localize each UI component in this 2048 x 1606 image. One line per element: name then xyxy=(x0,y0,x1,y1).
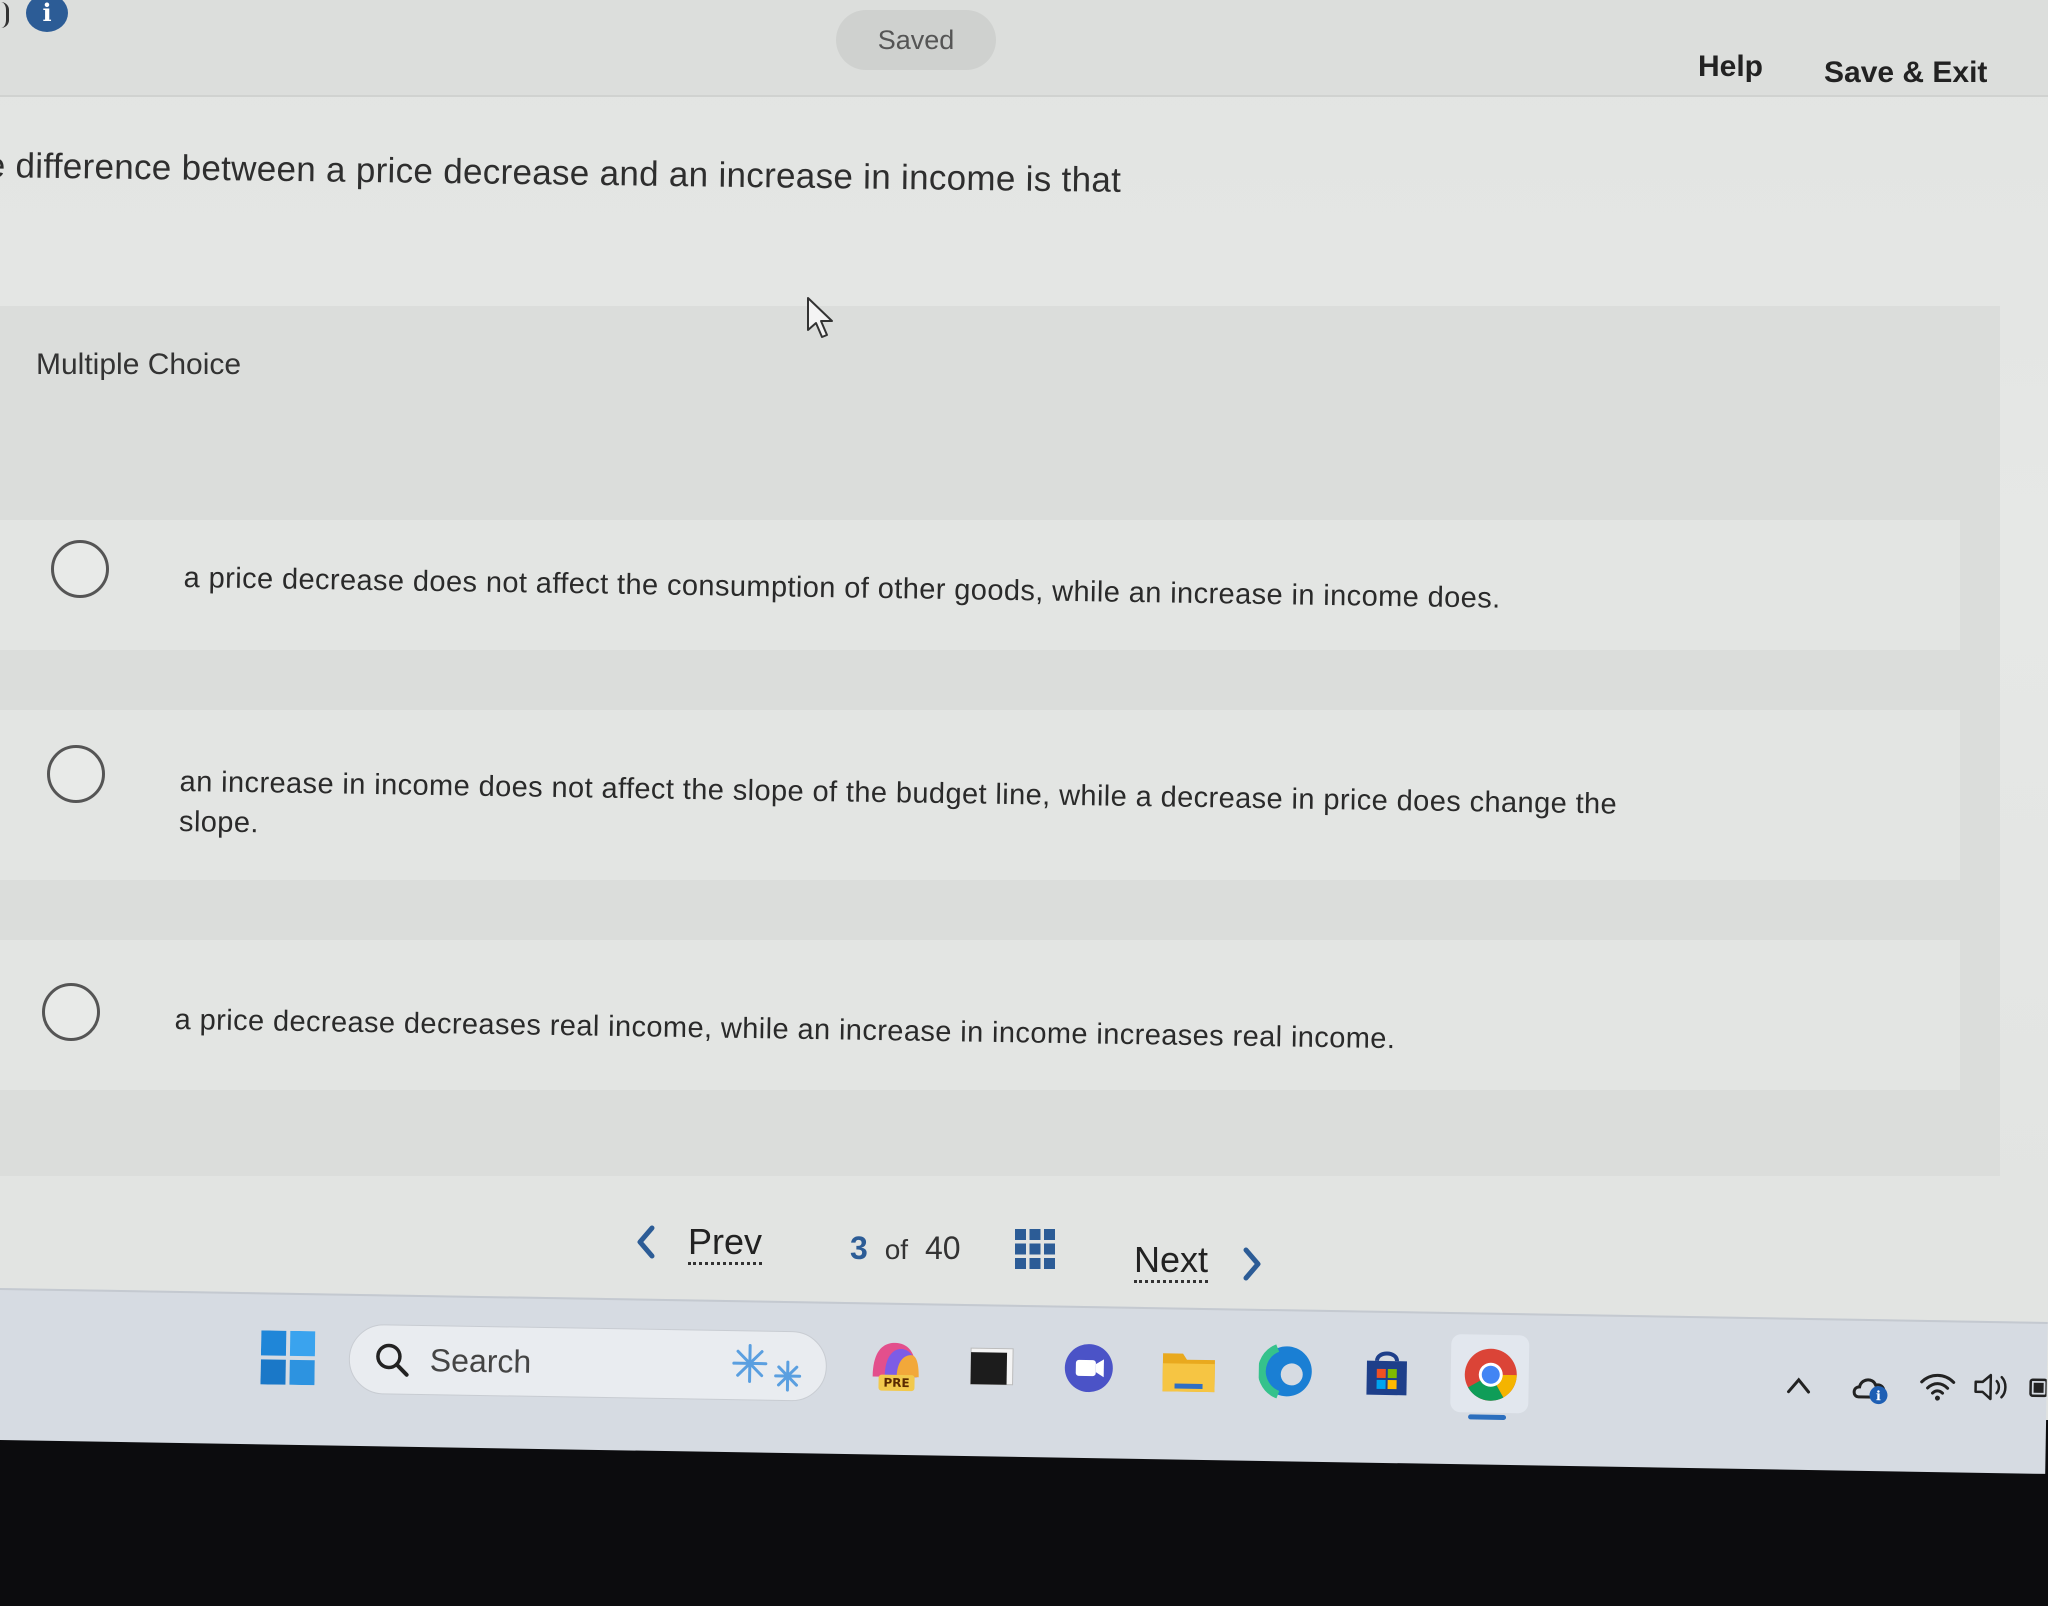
mouse-cursor-icon xyxy=(807,297,833,338)
total-pages: 40 xyxy=(924,1230,961,1266)
header-left-edge xyxy=(0,2,9,28)
chevron-left-icon[interactable] xyxy=(630,1222,660,1262)
chrome-active-indicator xyxy=(1468,1414,1507,1420)
weather-snow-icon[interactable] xyxy=(729,1339,810,1392)
chevron-right-icon[interactable] xyxy=(1238,1244,1268,1284)
option-2-radio[interactable] xyxy=(47,745,105,803)
save-and-exit-button[interactable]: Save & Exit xyxy=(1824,56,1987,90)
help-button[interactable]: Help xyxy=(1698,50,1763,84)
svg-text:i: i xyxy=(1876,1389,1881,1404)
battery-icon[interactable] xyxy=(2028,1376,2047,1400)
chrome-icon[interactable] xyxy=(1462,1346,1519,1403)
of-label: of xyxy=(884,1234,909,1265)
option-3-radio[interactable] xyxy=(42,983,100,1041)
multiple-choice-label: Multiple Choice xyxy=(36,348,242,381)
browser-screen: i Saved Help Save & Exit e difference be… xyxy=(0,0,2048,1420)
question-grid-icon[interactable] xyxy=(1014,1228,1056,1270)
page-indicator: 3 of 40 xyxy=(850,1230,961,1267)
volume-icon[interactable] xyxy=(1972,1371,2013,1404)
pre-badge: PRE xyxy=(883,1376,909,1390)
question-prompt: e difference between a price decrease an… xyxy=(0,146,1122,200)
meet-icon[interactable] xyxy=(1060,1340,1117,1397)
microsoft-store-icon[interactable] xyxy=(1358,1345,1415,1402)
option-1-radio[interactable] xyxy=(51,540,109,598)
next-button[interactable]: Next xyxy=(1134,1240,1209,1283)
current-page: 3 xyxy=(850,1230,868,1266)
taskbar-search-box[interactable]: Search xyxy=(348,1323,828,1402)
info-icon[interactable]: i xyxy=(26,0,68,32)
search-icon xyxy=(376,1343,409,1377)
windows-start-icon[interactable] xyxy=(260,1330,316,1386)
wifi-icon[interactable] xyxy=(1918,1370,1957,1403)
saved-status-badge: Saved xyxy=(836,10,996,70)
onedrive-icon[interactable]: i xyxy=(1850,1371,1891,1406)
windows-taskbar: Search PRE i xyxy=(0,1288,2048,1474)
file-viewer-icon[interactable] xyxy=(964,1338,1021,1395)
assessment-header: i Saved Help Save & Exit xyxy=(0,0,2048,97)
chevron-up-icon[interactable] xyxy=(1784,1374,1812,1396)
copilot-pre-icon[interactable]: PRE xyxy=(866,1336,923,1393)
file-explorer-icon[interactable] xyxy=(1160,1341,1217,1398)
edge-icon[interactable] xyxy=(1258,1342,1316,1400)
search-placeholder: Search xyxy=(429,1342,532,1380)
prev-button[interactable]: Prev xyxy=(688,1222,763,1265)
